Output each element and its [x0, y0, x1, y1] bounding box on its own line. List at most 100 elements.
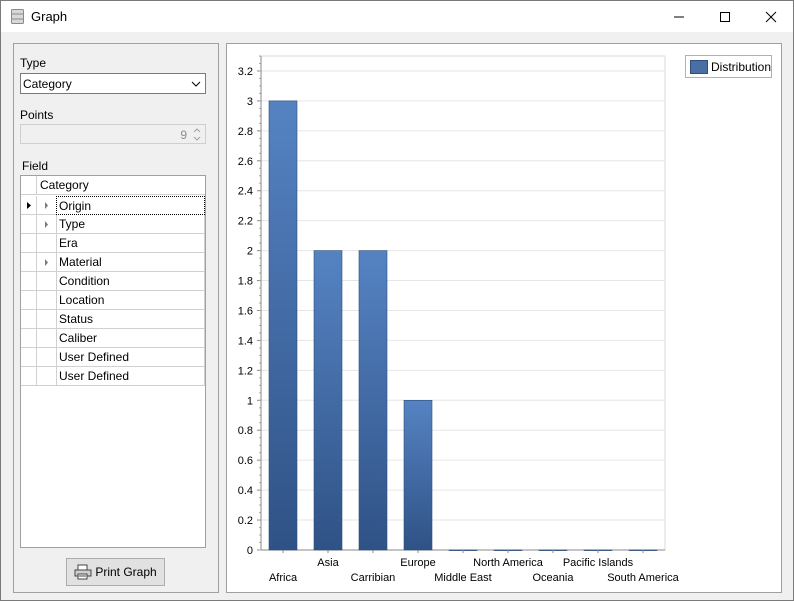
- x-tick-label: Oceania: [533, 572, 575, 584]
- type-select[interactable]: Category: [20, 73, 206, 94]
- field-cell[interactable]: Status: [56, 310, 205, 329]
- y-tick-label: 0.2: [238, 515, 253, 527]
- x-tick-label: Europe: [400, 557, 435, 569]
- title-bar: Graph: [1, 1, 793, 32]
- field-row[interactable]: Era: [21, 234, 205, 253]
- field-name: User Defined: [59, 369, 130, 383]
- field-name: Era: [59, 236, 78, 250]
- close-icon: [765, 11, 777, 22]
- row-selector[interactable]: [21, 215, 37, 234]
- type-select-value: Category: [23, 77, 72, 91]
- row-selector[interactable]: [21, 234, 37, 253]
- field-row[interactable]: Location: [21, 291, 205, 310]
- legend-swatch: [690, 60, 708, 74]
- field-cell[interactable]: Condition: [56, 272, 205, 291]
- field-cell[interactable]: Caliber: [56, 329, 205, 348]
- row-selector[interactable]: [21, 253, 37, 272]
- points-stepper[interactable]: 9: [20, 124, 206, 144]
- y-tick-label: 1.6: [238, 305, 253, 317]
- bar: [313, 250, 343, 551]
- x-tick-label: Middle East: [434, 572, 491, 584]
- field-row[interactable]: Material: [21, 253, 205, 272]
- y-tick-label: 3: [247, 96, 253, 108]
- row-selector[interactable]: [21, 310, 37, 329]
- y-tick-label: 3.2: [238, 66, 253, 78]
- expand-cell: [37, 310, 56, 329]
- expand-cell: [37, 272, 56, 291]
- bar: [268, 100, 298, 551]
- x-tick-label: Asia: [317, 557, 339, 569]
- y-tick-label: 0: [247, 545, 253, 557]
- expand-cell: [37, 234, 56, 253]
- field-row[interactable]: Status: [21, 310, 205, 329]
- field-row[interactable]: Origin: [21, 196, 205, 215]
- type-label: Type: [20, 56, 47, 70]
- spin-up-icon[interactable]: [191, 126, 203, 134]
- y-tick-label: 0.8: [238, 425, 253, 437]
- x-tick-label: South America: [607, 572, 679, 584]
- spin-down-icon[interactable]: [191, 135, 203, 143]
- x-tick-label: North America: [473, 557, 544, 569]
- expand-cell[interactable]: [37, 253, 56, 272]
- maximize-button[interactable]: [702, 1, 748, 32]
- field-cell[interactable]: User Defined: [56, 367, 205, 386]
- field-row[interactable]: Caliber: [21, 329, 205, 348]
- y-tick-label: 2.6: [238, 156, 253, 168]
- close-button[interactable]: [748, 1, 794, 32]
- y-tick-label: 2.4: [238, 186, 253, 198]
- options-panel: Type Category Points 9 Field Category Or…: [13, 43, 219, 593]
- y-tick-label: 1.8: [238, 276, 253, 288]
- field-row[interactable]: Condition: [21, 272, 205, 291]
- print-graph-button[interactable]: Print Graph: [66, 558, 165, 586]
- field-cell[interactable]: Type: [56, 215, 205, 234]
- chevron-down-icon: [191, 81, 201, 87]
- expand-cell: [37, 291, 56, 310]
- field-cell[interactable]: Material: [56, 253, 205, 272]
- field-name: Caliber: [59, 331, 98, 345]
- expand-cell: [37, 329, 56, 348]
- row-selector[interactable]: [21, 329, 37, 348]
- chart-legend: Distribution: [685, 55, 772, 78]
- x-tick-label: Carribian: [351, 572, 396, 584]
- y-tick-label: 2.2: [238, 216, 253, 228]
- points-value: 9: [180, 128, 187, 142]
- maximize-icon: [720, 11, 730, 22]
- bar: [358, 250, 388, 551]
- expand-icon[interactable]: [37, 253, 56, 272]
- expand-cell[interactable]: [37, 215, 56, 234]
- print-graph-label: Print Graph: [95, 565, 157, 579]
- x-tick-label: Africa: [269, 572, 298, 584]
- x-tick-label: Pacific Islands: [563, 557, 634, 569]
- field-cell[interactable]: Origin: [56, 196, 205, 215]
- field-row[interactable]: User Defined: [21, 348, 205, 367]
- y-tick-label: 1.2: [238, 365, 253, 377]
- field-grid[interactable]: Category Origin Type Era Material Condition L…: [20, 175, 206, 548]
- graph-window: Graph Type Category Points 9 Field Categ…: [0, 0, 794, 601]
- row-selector[interactable]: [21, 348, 37, 367]
- row-selector[interactable]: [21, 196, 37, 215]
- row-selector[interactable]: [21, 291, 37, 310]
- printer-icon: [74, 564, 92, 580]
- field-name: Status: [59, 312, 94, 326]
- y-tick-label: 2: [247, 246, 253, 258]
- y-tick-label: 1.4: [238, 335, 253, 347]
- expand-icon[interactable]: [37, 196, 56, 215]
- field-cell[interactable]: Era: [56, 234, 205, 253]
- expand-cell[interactable]: [37, 196, 56, 215]
- row-selector[interactable]: [21, 272, 37, 291]
- current-row-icon: [27, 202, 31, 209]
- minimize-button[interactable]: [656, 1, 702, 32]
- field-row[interactable]: Type: [21, 215, 205, 234]
- y-tick-label: 1: [247, 395, 253, 407]
- field-row[interactable]: User Defined: [21, 367, 205, 386]
- field-cell[interactable]: Location: [56, 291, 205, 310]
- expand-cell: [37, 348, 56, 367]
- chart-panel: 0 0.2 0.4 0.6 0.8 1 1.2 1.4 1.6 1.8 2 2.2 2.4 2.6 2.8 3…: [226, 43, 782, 593]
- field-name: Type: [59, 217, 86, 231]
- row-selector[interactable]: [21, 367, 37, 386]
- expand-icon[interactable]: [37, 215, 56, 234]
- y-tick-label: 0.6: [238, 455, 253, 467]
- legend-label: Distribution: [711, 60, 772, 74]
- field-cell[interactable]: User Defined: [56, 348, 205, 367]
- field-name: Origin: [59, 199, 92, 213]
